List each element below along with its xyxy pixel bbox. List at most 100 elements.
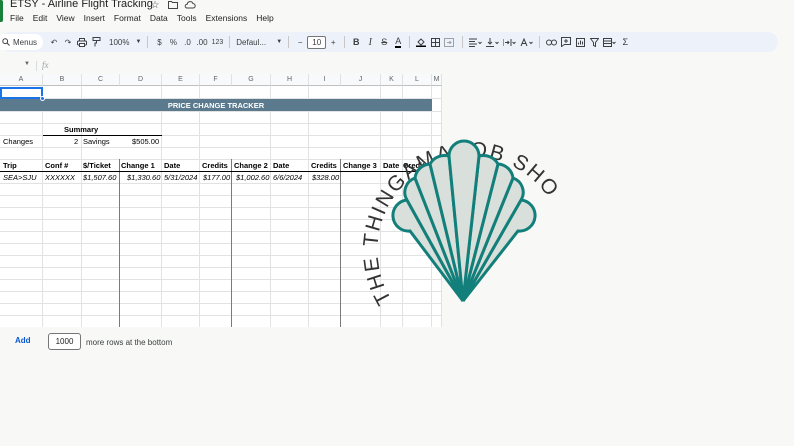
column-header-g[interactable]: G — [232, 74, 271, 86]
date-2-cell[interactable]: 6/6/2024 — [273, 172, 302, 183]
borders-icon[interactable] — [428, 34, 442, 50]
text-rotation-icon[interactable] — [518, 34, 535, 50]
toolbar-divider — [409, 36, 411, 48]
ticket-price-cell[interactable]: $1,507.60 — [83, 172, 116, 183]
change-2-cell[interactable]: $1,002.60 — [236, 172, 269, 183]
column-header-l[interactable]: L — [403, 74, 432, 86]
increase-font-size-button[interactable]: + — [326, 34, 340, 50]
menu-insert[interactable]: Insert — [84, 13, 105, 27]
column-header-k[interactable]: K — [381, 74, 403, 86]
strikethrough-button[interactable]: S — [377, 34, 391, 50]
format-percent-button[interactable]: % — [166, 34, 180, 50]
menu-tools[interactable]: Tools — [177, 13, 197, 27]
savings-label[interactable]: Savings — [83, 136, 110, 147]
menu-format[interactable]: Format — [114, 13, 141, 27]
rows-count-input[interactable]: 1000 — [48, 333, 81, 350]
header-change-1[interactable]: Change 1 — [121, 160, 155, 171]
merge-cells-icon[interactable] — [442, 34, 458, 50]
redo-icon[interactable]: ↷ — [61, 34, 75, 50]
column-header-i[interactable]: I — [309, 74, 341, 86]
move-folder-icon[interactable] — [167, 0, 179, 12]
star-icon[interactable]: ☆ — [149, 0, 161, 12]
menu-data[interactable]: Data — [150, 13, 168, 27]
filter-icon[interactable] — [587, 34, 601, 50]
credits-1-cell[interactable]: $177.00 — [203, 172, 230, 183]
menu-help[interactable]: Help — [256, 13, 273, 27]
header-date-1[interactable]: Date — [164, 160, 180, 171]
print-icon[interactable] — [75, 34, 89, 50]
font-family-select[interactable]: Defaul... ▼ — [234, 34, 284, 50]
horizontal-align-icon[interactable] — [467, 34, 484, 50]
header-change-2[interactable]: Change 2 — [234, 160, 268, 171]
price-change-tracker-banner: PRICE CHANGE TRACKER — [0, 99, 432, 111]
trip-cell[interactable]: SEA>SJU — [3, 172, 37, 183]
column-header-d[interactable]: D — [120, 74, 162, 86]
menu-extensions[interactable]: Extensions — [206, 13, 248, 27]
formula-input[interactable] — [58, 60, 758, 72]
insert-comment-icon[interactable] — [559, 34, 573, 50]
column-header-a[interactable]: A — [0, 74, 43, 86]
date-1-cell[interactable]: 5/31/2024 — [164, 172, 197, 183]
header-conf[interactable]: Conf # — [45, 160, 68, 171]
formula-bar: ▼ fx — [0, 58, 794, 74]
toolbar-divider — [147, 36, 149, 48]
document-title[interactable]: ETSY - Airline Flight Tracking — [10, 0, 153, 10]
change-1-cell[interactable]: $1,330.60 — [127, 172, 160, 183]
functions-icon[interactable]: Σ — [618, 34, 632, 50]
insert-chart-icon[interactable] — [573, 34, 587, 50]
selected-cell-a1[interactable] — [0, 87, 43, 99]
credits-2-cell[interactable]: $328.00 — [312, 172, 339, 183]
savings-value[interactable]: $505.00 — [132, 136, 159, 147]
thingamabob-shop-logo: THE THINGAMABOB SHOP — [352, 120, 562, 309]
header-credits-1[interactable]: Credits — [202, 160, 228, 171]
undo-icon[interactable]: ↶ — [47, 34, 61, 50]
menu-view[interactable]: View — [56, 13, 74, 27]
menus-label: Menus — [13, 37, 38, 47]
vertical-align-icon[interactable] — [484, 34, 501, 50]
header-credits-2[interactable]: Credits — [311, 160, 337, 171]
sheets-logo-accent — [0, 0, 3, 22]
fill-color-icon[interactable] — [414, 34, 428, 50]
toolbar-divider — [344, 36, 346, 48]
insert-link-icon[interactable] — [544, 34, 559, 50]
summary-title[interactable]: Summary — [64, 124, 98, 135]
text-color-button[interactable]: A — [391, 34, 405, 50]
zoom-select[interactable]: 100% ▼ — [107, 34, 143, 50]
menu-file[interactable]: File — [10, 13, 24, 27]
filter-views-icon[interactable] — [601, 34, 618, 50]
column-header-b[interactable]: B — [43, 74, 82, 86]
header-date-2[interactable]: Date — [273, 160, 289, 171]
menus-search-button[interactable]: Menus — [0, 34, 44, 50]
chevron-down-icon: ▼ — [276, 39, 283, 45]
header-trip[interactable]: Trip — [3, 160, 17, 171]
changes-label[interactable]: Changes — [3, 136, 33, 147]
add-rows-button[interactable]: Add — [15, 336, 31, 345]
text-wrapping-icon[interactable] — [501, 34, 518, 50]
increase-decimal-button[interactable]: .00 — [194, 34, 209, 50]
column-header-m[interactable]: M — [432, 74, 442, 86]
font-size-input[interactable]: 10 — [307, 35, 327, 49]
column-header-f[interactable]: F — [200, 74, 232, 86]
paint-format-icon[interactable] — [89, 34, 103, 50]
decrease-decimal-button[interactable]: .0 — [180, 34, 194, 50]
column-header-j[interactable]: J — [341, 74, 381, 86]
rows-label: more rows at the bottom — [86, 338, 173, 347]
decrease-font-size-button[interactable]: − — [293, 34, 307, 50]
name-box[interactable]: ▼ — [0, 58, 32, 74]
column-header-h[interactable]: H — [271, 74, 309, 86]
menu-edit[interactable]: Edit — [33, 13, 48, 27]
font-family-value: Defaul... — [236, 37, 267, 47]
column-header-e[interactable]: E — [162, 74, 200, 86]
bold-button[interactable]: B — [349, 34, 363, 50]
search-icon — [2, 38, 10, 46]
conf-cell[interactable]: XXXXXX — [45, 172, 75, 183]
header-per-ticket[interactable]: $/Ticket — [83, 160, 111, 171]
column-header-c[interactable]: C — [82, 74, 120, 86]
italic-button[interactable]: I — [363, 34, 377, 50]
changes-value[interactable]: 2 — [74, 136, 78, 147]
number-format-button[interactable]: 123 — [210, 34, 226, 50]
cloud-saved-icon[interactable] — [184, 0, 196, 12]
formula-bar-divider — [36, 61, 37, 71]
fill-handle[interactable] — [40, 96, 45, 101]
format-currency-button[interactable]: $ — [152, 34, 166, 50]
